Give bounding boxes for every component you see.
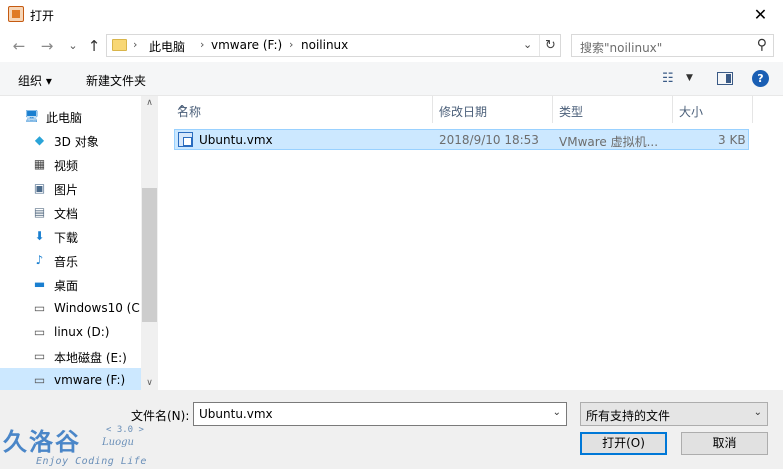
- sidebar-item-pictures[interactable]: ▣ 图片: [0, 176, 141, 200]
- chevron-right-icon: ›: [289, 38, 294, 51]
- vmware-file-icon: [178, 132, 193, 147]
- column-header-modified[interactable]: 修改日期: [433, 96, 553, 123]
- new-folder-button[interactable]: 新建文件夹: [86, 72, 146, 89]
- breadcrumb-this-pc[interactable]: 此电脑: [149, 38, 185, 55]
- document-icon: ▤: [33, 205, 46, 219]
- command-toolbar: 组织 ▾ 新建文件夹 ☷ ▼ ?: [0, 62, 783, 96]
- column-header-type[interactable]: 类型: [553, 96, 673, 123]
- video-icon: ▦: [33, 157, 46, 171]
- drive-icon: ▭: [33, 373, 46, 387]
- window-title: 打开: [30, 9, 55, 23]
- filename-value[interactable]: Ubuntu.vmx: [199, 407, 273, 421]
- sidebar-item-label: linux (D:): [54, 325, 110, 339]
- chevron-right-icon: ›: [133, 38, 138, 51]
- file-type: VMware 虚拟机...: [559, 135, 659, 149]
- sidebar-item-label: 音乐: [54, 255, 79, 269]
- sidebar-item-downloads[interactable]: ⬇ 下载: [0, 224, 141, 248]
- recent-locations-button[interactable]: ⌄: [64, 37, 82, 55]
- navigation-pane: 🖥 此电脑 ◆ 3D 对象 ▦ 视频 ▣ 图片 ▤ 文档 ⬇ 下载 ♪ 音乐 ▬…: [0, 96, 158, 392]
- file-name: Ubuntu.vmx: [199, 133, 273, 147]
- sidebar-item-drive-e[interactable]: ▭ 本地磁盘 (E:): [0, 344, 141, 368]
- watermark-version: < 3.0 >: [106, 425, 144, 435]
- sidebar-scrollbar[interactable]: ∧ ∨: [141, 96, 158, 390]
- chevron-down-icon[interactable]: ⌄: [553, 407, 561, 418]
- sidebar-item-label: 文档: [54, 207, 79, 221]
- watermark-slogan: Enjoy Coding Life: [36, 456, 147, 467]
- organize-menu[interactable]: 组织 ▾: [18, 72, 52, 89]
- address-dropdown-icon[interactable]: ⌄: [523, 38, 532, 51]
- file-size: 3 KB: [718, 133, 746, 147]
- navigation-bar: ← → ⌄ ↑ › 此电脑 › vmware (F:) › noilinux ⌄…: [0, 30, 783, 62]
- sidebar-item-music[interactable]: ♪ 音乐: [0, 248, 141, 272]
- scrollbar-thumb[interactable]: [142, 188, 157, 322]
- file-type-filter[interactable]: 所有支持的文件 ⌄: [580, 402, 768, 426]
- search-icon: ⚲: [756, 37, 767, 53]
- sidebar-item-label: 图片: [54, 183, 79, 197]
- sort-ascending-icon: ^: [177, 103, 188, 117]
- view-options-icon[interactable]: ☷: [662, 71, 674, 86]
- watermark-title: 久洛谷: [3, 428, 81, 456]
- file-type-filter-value: 所有支持的文件: [586, 409, 671, 423]
- drive-icon: ▭: [33, 325, 46, 339]
- column-header-name[interactable]: 名称 ^: [171, 96, 433, 123]
- scroll-up-icon[interactable]: ∧: [141, 98, 158, 108]
- forward-button[interactable]: →: [38, 37, 56, 55]
- picture-icon: ▣: [33, 181, 46, 195]
- file-list: 名称 ^ 修改日期 类型 大小 Ubuntu.vmx 2018/9/10 18:…: [159, 96, 783, 390]
- sidebar-item-label: 下载: [54, 231, 79, 245]
- sidebar-item-label: 桌面: [54, 279, 79, 293]
- sidebar-item-drive-d[interactable]: ▭ linux (D:): [0, 320, 141, 344]
- close-button[interactable]: ✕: [738, 0, 783, 30]
- chevron-down-icon[interactable]: ⌄: [754, 407, 762, 418]
- view-dropdown-icon[interactable]: ▼: [686, 73, 693, 83]
- sidebar-item-drive-f[interactable]: ▭ vmware (F:): [0, 368, 141, 392]
- sidebar-item-drive-c[interactable]: ▭ Windows10 (C:: [0, 296, 144, 320]
- sidebar-item-3d-objects[interactable]: ◆ 3D 对象: [0, 128, 141, 152]
- drive-c-icon: ▭: [33, 301, 46, 315]
- breadcrumb-noilinux[interactable]: noilinux: [301, 38, 348, 52]
- sidebar-item-videos[interactable]: ▦ 视频: [0, 152, 141, 176]
- sidebar-item-desktop[interactable]: ▬ 桌面: [0, 272, 141, 296]
- search-input[interactable]: 搜索"noilinux": [580, 39, 662, 56]
- open-button[interactable]: 打开(O): [580, 432, 667, 455]
- chevron-right-icon: ›: [200, 38, 205, 51]
- sidebar-item-label: 此电脑: [46, 111, 83, 125]
- drive-icon: ▭: [33, 349, 46, 363]
- breadcrumb-drive-f[interactable]: vmware (F:): [211, 38, 282, 52]
- refresh-button[interactable]: ↻: [539, 35, 561, 56]
- sidebar-item-label: Windows10 (C:: [54, 301, 144, 315]
- computer-icon: 🖥: [24, 109, 40, 123]
- search-box[interactable]: 搜索"noilinux" ⚲: [571, 34, 774, 57]
- preview-pane-icon[interactable]: [717, 72, 733, 85]
- music-icon: ♪: [35, 253, 44, 267]
- back-button[interactable]: ←: [10, 37, 28, 55]
- title-bar: 打开 ✕: [0, 0, 783, 30]
- watermark-brand: Luogu: [102, 437, 134, 448]
- cancel-button[interactable]: 取消: [681, 432, 768, 455]
- download-icon: ⬇: [34, 229, 45, 243]
- column-header-size[interactable]: 大小: [673, 96, 753, 123]
- file-modified: 2018/9/10 18:53: [439, 133, 539, 147]
- scroll-down-icon[interactable]: ∨: [141, 378, 158, 388]
- cube-icon: ◆: [34, 133, 45, 147]
- folder-icon: [112, 39, 127, 51]
- sidebar-item-documents[interactable]: ▤ 文档: [0, 200, 141, 224]
- sidebar-item-this-pc[interactable]: 🖥 此电脑: [0, 104, 141, 128]
- help-icon[interactable]: ?: [752, 70, 769, 87]
- app-icon: [8, 6, 24, 22]
- sidebar-item-label: 本地磁盘 (E:): [54, 351, 127, 365]
- watermark: 久洛谷 < 3.0 > Luogu Enjoy Coding Life: [0, 422, 150, 469]
- sidebar-item-label: 3D 对象: [54, 135, 99, 149]
- filename-field[interactable]: Ubuntu.vmx ⌄: [193, 402, 567, 426]
- table-row[interactable]: Ubuntu.vmx 2018/9/10 18:53 VMware 虚拟机...…: [174, 129, 749, 150]
- sidebar-item-label: vmware (F:): [54, 373, 126, 387]
- address-bar[interactable]: › 此电脑 › vmware (F:) › noilinux ⌄ ↻: [106, 34, 561, 57]
- sidebar-item-label: 视频: [54, 159, 79, 173]
- desktop-icon: ▬: [33, 277, 46, 291]
- up-button[interactable]: ↑: [85, 37, 103, 55]
